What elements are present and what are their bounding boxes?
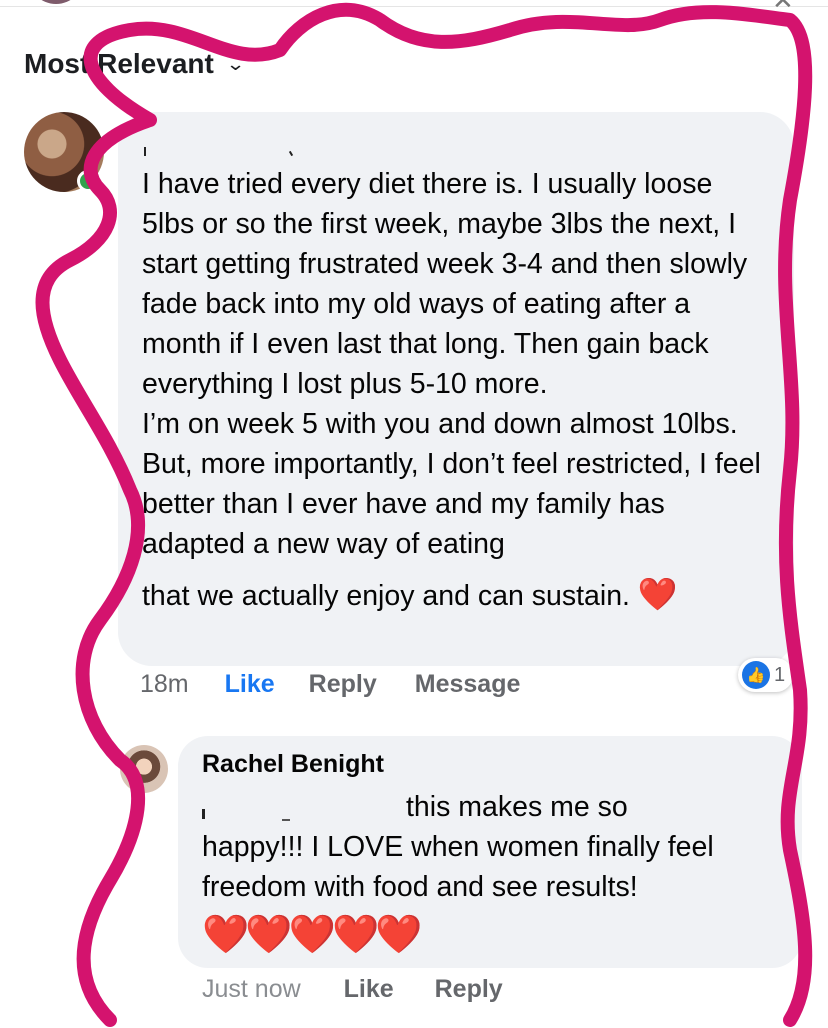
- previous-comment-avatar[interactable]: [28, 0, 84, 4]
- reaction-summary[interactable]: 👍 1: [738, 658, 794, 692]
- heart-emojis: ❤️❤️❤️❤️❤️: [202, 914, 423, 956]
- reply-text: happy!!! I LOVE when women finally feel …: [202, 831, 714, 903]
- like-button[interactable]: Like: [225, 670, 275, 699]
- divider: [0, 6, 828, 7]
- comment-paragraph: I have tried every diet there is. I usua…: [142, 168, 748, 400]
- redacted-author-name: [142, 138, 312, 157]
- sort-label: Most Relevant: [24, 48, 214, 79]
- heart-emoji: ❤️: [637, 576, 678, 612]
- redacted-mention: [202, 809, 205, 819]
- chevron-down-icon: ⌄: [225, 53, 246, 74]
- reply-avatar[interactable]: [120, 745, 168, 793]
- thumbs-up-icon: 👍: [742, 661, 770, 689]
- comment-timestamp[interactable]: 18m: [140, 670, 189, 699]
- reply-timestamp[interactable]: Just now: [202, 975, 301, 1004]
- online-status-icon: [77, 170, 99, 192]
- close-icon[interactable]: ✕: [772, 0, 812, 13]
- reply-text-line: this makes me so: [406, 791, 628, 823]
- message-button[interactable]: Message: [415, 670, 521, 699]
- redacted-mention: [282, 819, 290, 821]
- reply-button[interactable]: Reply: [309, 670, 377, 699]
- comment-paragraph-final: that we actually enjoy and can sustain. …: [142, 574, 770, 616]
- reply-reply-button[interactable]: Reply: [435, 975, 503, 1004]
- reply-actions: Just now Like Reply: [202, 975, 541, 1004]
- reaction-count: 1: [774, 663, 786, 686]
- comment-actions: 18m Like Reply Message: [140, 670, 558, 699]
- reply-like-button[interactable]: Like: [344, 975, 394, 1004]
- reply-author-name[interactable]: Rachel Benight: [202, 750, 778, 779]
- comment-paragraph: I’m on week 5 with you and down almost 1…: [142, 408, 761, 560]
- sort-dropdown[interactable]: Most Relevant ⌄: [24, 48, 246, 80]
- comment-bubble: I have tried every diet there is. I usua…: [118, 112, 794, 666]
- reply-first-line: this makes me so: [202, 787, 778, 827]
- comment-paragraph: that we actually enjoy and can sustain.: [142, 580, 630, 612]
- reply-bubble: Rachel Benight this makes me so happy!!!…: [178, 736, 802, 968]
